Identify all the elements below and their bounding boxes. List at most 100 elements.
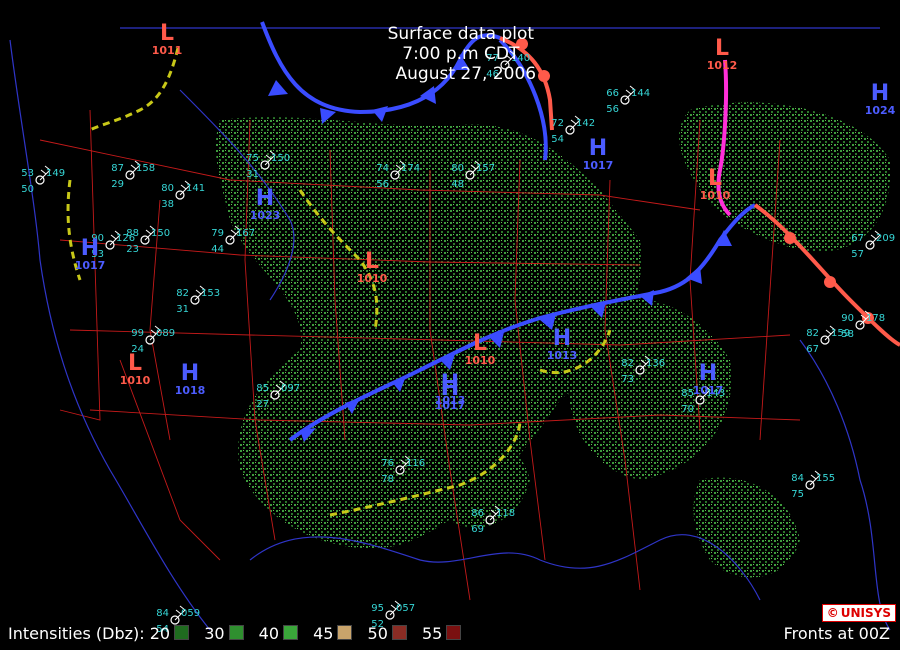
station-temperature: 76: [381, 458, 394, 469]
station-dewpoint: 54: [551, 134, 564, 145]
station-pressure: 167: [236, 228, 255, 239]
pressure-center-value: 1023: [250, 209, 281, 222]
pressure-center-value: 1018: [175, 384, 206, 397]
pressure-center-value: 1010: [120, 374, 151, 387]
station-pressure: 149: [46, 168, 65, 179]
station-dewpoint: 31: [246, 169, 259, 180]
station-dewpoint: 56: [376, 179, 389, 190]
high-pressure-center: H1018: [175, 361, 206, 397]
unisys-logo: © UNISYS: [821, 604, 896, 622]
station-temperature: 95: [371, 603, 384, 614]
station-temperature: 80: [451, 163, 464, 174]
station-temperature: 53: [21, 168, 34, 179]
station-plot: 87 158 29: [111, 160, 155, 190]
station-temperature: 75: [246, 153, 259, 164]
station-dewpoint: 56: [606, 104, 619, 115]
legend-label: Intensities (Dbz):: [8, 624, 145, 643]
station-pressure: 142: [576, 118, 595, 129]
station-pressure: 158: [136, 163, 155, 174]
station-dewpoint: 73: [621, 374, 634, 385]
pressure-center-letter: H: [699, 361, 717, 386]
station-temperature: 82: [176, 288, 189, 299]
map-title: Surface data plot 7:00 p.m CDT August 27…: [0, 4, 900, 104]
title-label: Surface data plot: [387, 24, 535, 44]
station-pressure: 059: [181, 608, 200, 619]
pressure-center-value: 1017: [693, 384, 724, 397]
title-date: August 27, 2006: [395, 64, 537, 84]
title-time: 7:00 p.m CDT: [402, 44, 520, 64]
station-temperature: 80: [161, 183, 174, 194]
low-pressure-center: L1010: [120, 351, 151, 387]
station-pressure: 178: [866, 313, 885, 324]
high-pressure-center: H1017: [583, 136, 614, 172]
station-dewpoint: 38: [161, 199, 174, 210]
station-dewpoint: 48: [451, 179, 464, 190]
station-temperature: 74: [376, 163, 389, 174]
intensity-legend: Intensities (Dbz): 20 30 40 45 50 55: [8, 624, 471, 643]
station-pressure: 136: [646, 358, 665, 369]
station-pressure: 097: [281, 383, 300, 394]
station-temperature: 84: [156, 608, 169, 619]
station-temperature: 86: [471, 508, 484, 519]
station-temperature: 87: [111, 163, 124, 174]
pressure-center-letter: H: [589, 136, 607, 161]
station-dewpoint: 67: [806, 344, 819, 355]
station-pressure: 141: [186, 183, 205, 194]
station-dewpoint: 75: [791, 489, 804, 500]
station-pressure: 057: [396, 603, 415, 614]
station-dewpoint: 29: [111, 179, 124, 190]
station-pressure: 116: [406, 458, 425, 469]
pressure-center-value: 1024: [865, 104, 896, 117]
pressure-center-value: 1010: [700, 189, 731, 202]
pressure-center-letter: H: [441, 376, 459, 401]
station-dewpoint: 58: [841, 329, 854, 340]
pressure-center-value: 1010: [357, 272, 388, 285]
legend-item-55: 55: [422, 624, 471, 643]
station-dewpoint: 70: [681, 404, 694, 415]
legend-item-50: 50: [368, 624, 417, 643]
radar-echo-region: [215, 117, 642, 549]
pressure-center-letter: H: [81, 236, 99, 261]
station-temperature: 84: [791, 473, 804, 484]
station-temperature: 72: [551, 118, 564, 129]
pressure-center-letter: H: [553, 326, 571, 351]
legend-item-40: 40: [259, 624, 308, 643]
station-pressure: 155: [816, 473, 835, 484]
legend-swatch: [174, 625, 190, 640]
pressure-center-letter: L: [128, 351, 142, 376]
pressure-center-letter: L: [708, 166, 722, 191]
station-dewpoint: 50: [21, 184, 34, 195]
station-dewpoint: 69: [471, 524, 484, 535]
station-temperature: 82: [806, 328, 819, 339]
station-pressure: 209: [876, 233, 895, 244]
station-pressure: 174: [401, 163, 420, 174]
legend-swatch: [391, 625, 407, 640]
station-pressure: 150: [151, 228, 170, 239]
station-plot: 82 153 31: [176, 285, 220, 315]
pressure-center-value: 1017: [75, 259, 106, 272]
station-dewpoint: 44: [211, 244, 224, 255]
fronts-time-label: Fronts at 00Z: [783, 624, 890, 643]
station-dewpoint: 78: [381, 474, 394, 485]
station-plot: 67 209 57: [851, 230, 895, 260]
station-dewpoint: 23: [126, 244, 139, 255]
station-plot: 53 149 50: [21, 165, 65, 195]
station-pressure: 153: [201, 288, 220, 299]
station-dewpoint: 27: [256, 399, 269, 410]
station-pressure: 150: [271, 153, 290, 164]
station-pressure: 089: [156, 328, 175, 339]
pressure-center-value: 1017: [583, 159, 614, 172]
pressure-center-value: 1017: [435, 399, 466, 412]
station-dewpoint: 31: [176, 304, 189, 315]
pressure-center-letter: L: [473, 331, 487, 356]
station-pressure: 157: [476, 163, 495, 174]
weather-map: 77 140 46 66 144 56 87 158 29 80 141 38 88 150 23 82 153…: [0, 0, 900, 650]
legend-swatch: [283, 625, 298, 640]
pressure-center-value: 1013: [547, 349, 578, 362]
station-pressure: 118: [496, 508, 515, 519]
radar-echo-region: [693, 477, 800, 578]
legend-item-45: 45: [313, 624, 362, 643]
station-temperature: 82: [621, 358, 634, 369]
station-dewpoint: 57: [851, 249, 864, 260]
station-pressure: 126: [116, 233, 135, 244]
